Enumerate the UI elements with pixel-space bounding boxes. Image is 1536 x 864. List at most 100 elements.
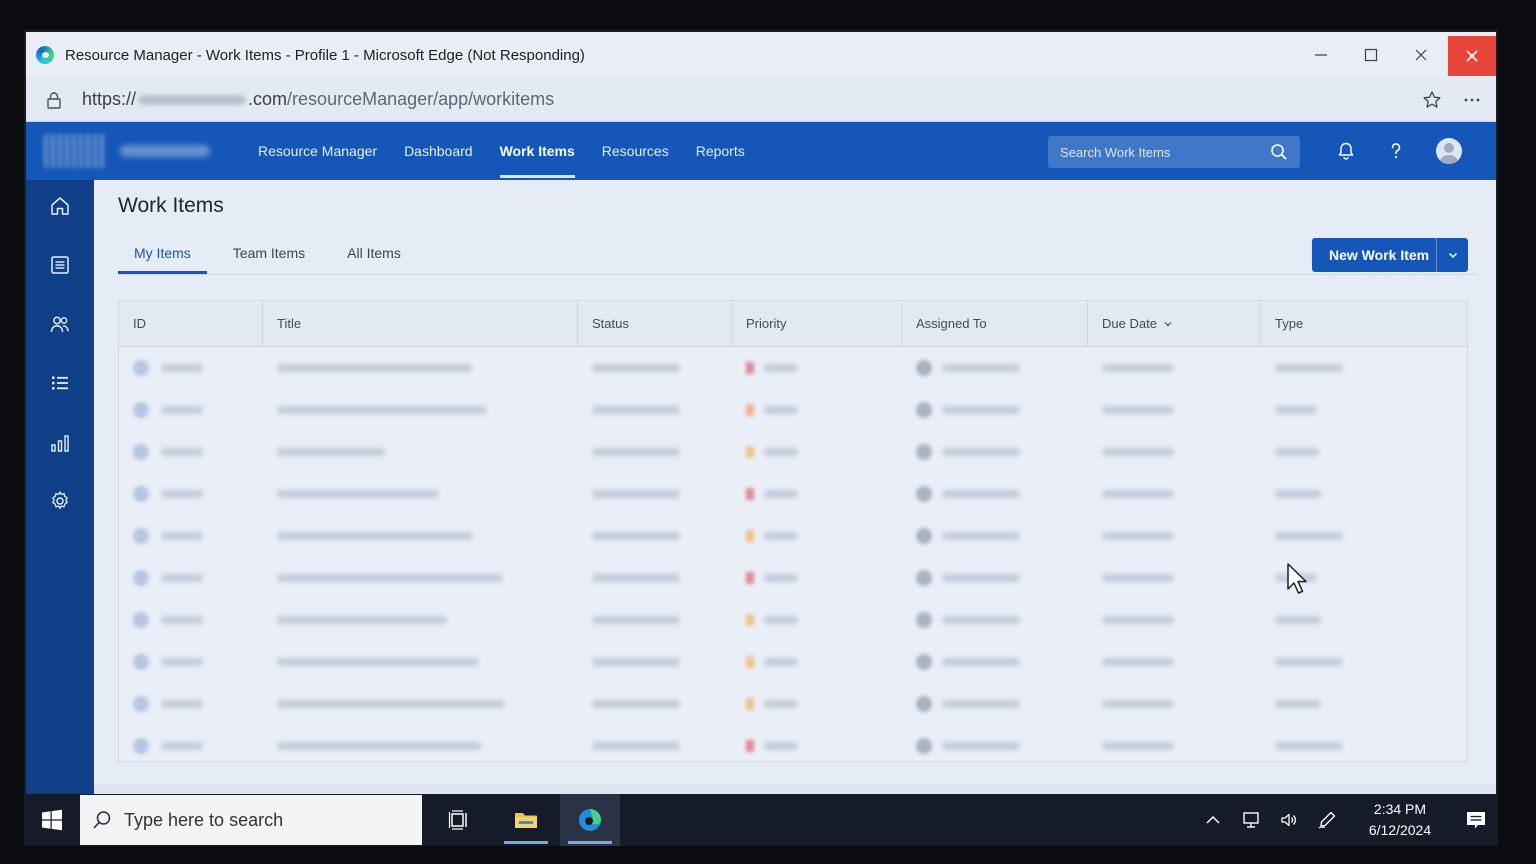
notifications-button[interactable] (1336, 141, 1356, 161)
item-title-redacted (277, 574, 503, 582)
close-red-button[interactable] (1448, 36, 1496, 76)
taskbar-search-input[interactable] (124, 809, 404, 831)
start-button[interactable] (24, 794, 80, 846)
table-row[interactable] (119, 599, 1467, 641)
table-row[interactable] (119, 641, 1467, 683)
nav-resource-manager[interactable]: Resource Manager (258, 122, 377, 180)
task-view-icon (448, 810, 467, 830)
table-row[interactable] (119, 725, 1467, 767)
task-view-button[interactable] (430, 794, 490, 846)
volume-button[interactable] (1270, 794, 1308, 846)
col-due-date[interactable]: Due Date (1088, 301, 1261, 346)
tab-my-items[interactable]: My Items (118, 232, 207, 274)
table-cell (578, 347, 732, 389)
help-button[interactable] (1386, 141, 1406, 161)
url-scheme: https:// (82, 89, 137, 109)
search-input[interactable] (1060, 144, 1260, 160)
table-cell (1088, 431, 1261, 473)
item-priority-redacted (764, 658, 798, 666)
table-row[interactable] (119, 389, 1467, 431)
rail-people[interactable] (48, 312, 72, 336)
new-work-item-dropdown[interactable] (1437, 249, 1468, 261)
user-avatar[interactable] (1436, 138, 1462, 164)
tab-all-items[interactable]: All Items (331, 232, 417, 274)
table-cell (1088, 557, 1261, 599)
edge-icon (579, 809, 601, 831)
table-cell (119, 599, 263, 641)
table-cell (578, 431, 732, 473)
taskbar-clock[interactable]: 2:34 PM 6/12/2024 (1352, 799, 1448, 841)
col-priority[interactable]: Priority (732, 301, 902, 346)
table-row[interactable] (119, 515, 1467, 557)
table-body (119, 347, 1467, 767)
file-explorer-button[interactable] (496, 794, 556, 846)
item-type-redacted (1275, 700, 1321, 708)
edge-icon (36, 46, 54, 64)
close-window-button[interactable] (1396, 32, 1446, 78)
speaker-icon (1281, 813, 1296, 827)
edge-taskbar-button[interactable] (560, 794, 620, 846)
favorite-star-icon[interactable] (1422, 90, 1442, 110)
action-center-button[interactable] (1454, 794, 1498, 846)
table-row[interactable] (119, 683, 1467, 725)
item-title-redacted (277, 742, 481, 750)
col-id[interactable]: ID (119, 301, 263, 346)
nav-work-items[interactable]: Work Items (499, 122, 576, 180)
item-id-redacted (161, 364, 203, 372)
col-assigned-to[interactable]: Assigned To (902, 301, 1088, 346)
col-due-date-label: Due Date (1102, 316, 1157, 331)
lock-icon (47, 91, 61, 109)
item-priority-redacted (764, 532, 798, 540)
network-button[interactable] (1232, 794, 1270, 846)
show-hidden-icons-button[interactable] (1194, 794, 1232, 846)
rail-home[interactable] (48, 194, 72, 218)
table-row[interactable] (119, 347, 1467, 389)
mouse-cursor-icon (1287, 563, 1307, 594)
person-icon (916, 528, 932, 544)
more-options-icon[interactable] (1462, 90, 1482, 110)
browser-title-bar: Resource Manager - Work Items - Profile … (26, 32, 1496, 78)
search-icon[interactable] (1270, 143, 1288, 161)
address-bar[interactable]: https:// .com /resourceManager/app/worki… (26, 78, 1496, 122)
col-status[interactable]: Status (578, 301, 732, 346)
table-cell (578, 683, 732, 725)
person-icon (916, 402, 932, 418)
item-assignee-redacted (942, 574, 1020, 582)
table-cell (263, 725, 578, 767)
col-priority-label: Priority (746, 316, 787, 331)
nav-dashboard[interactable]: Dashboard (404, 122, 473, 180)
nav-reports[interactable]: Reports (696, 122, 745, 180)
rail-work-items[interactable] (48, 253, 72, 277)
nav-resources[interactable]: Resources (602, 122, 669, 180)
rail-list[interactable] (48, 371, 72, 395)
table-row[interactable] (119, 431, 1467, 473)
maximize-icon (1364, 48, 1378, 62)
item-due-date-redacted (1102, 742, 1174, 750)
priority-flag-icon (746, 614, 754, 626)
table-cell (263, 389, 578, 431)
url-text[interactable]: https:// .com /resourceManager/app/worki… (82, 89, 554, 110)
col-type[interactable]: Type (1261, 301, 1467, 346)
table-row[interactable] (119, 557, 1467, 599)
person-icon (916, 570, 932, 586)
table-row[interactable] (119, 473, 1467, 515)
item-title-redacted (277, 490, 439, 498)
minimize-button[interactable] (1296, 32, 1346, 78)
brand-logo[interactable] (44, 134, 106, 168)
col-assigned-label: Assigned To (916, 316, 987, 331)
maximize-button[interactable] (1346, 32, 1396, 78)
new-work-item-button[interactable]: New Work Item (1312, 238, 1468, 272)
pen-workspace-button[interactable] (1308, 794, 1346, 846)
table-cell (902, 599, 1088, 641)
tab-team-items[interactable]: Team Items (217, 232, 321, 274)
item-due-date-redacted (1102, 364, 1174, 372)
col-title[interactable]: Title (263, 301, 578, 346)
rail-settings[interactable] (48, 489, 72, 513)
table-cell (1261, 473, 1467, 515)
table-cell (1088, 641, 1261, 683)
rail-reports[interactable] (48, 431, 72, 455)
table-cell (263, 599, 578, 641)
clock-date: 6/12/2024 (1368, 822, 1432, 838)
table-cell (1261, 641, 1467, 683)
priority-flag-icon (746, 656, 754, 668)
